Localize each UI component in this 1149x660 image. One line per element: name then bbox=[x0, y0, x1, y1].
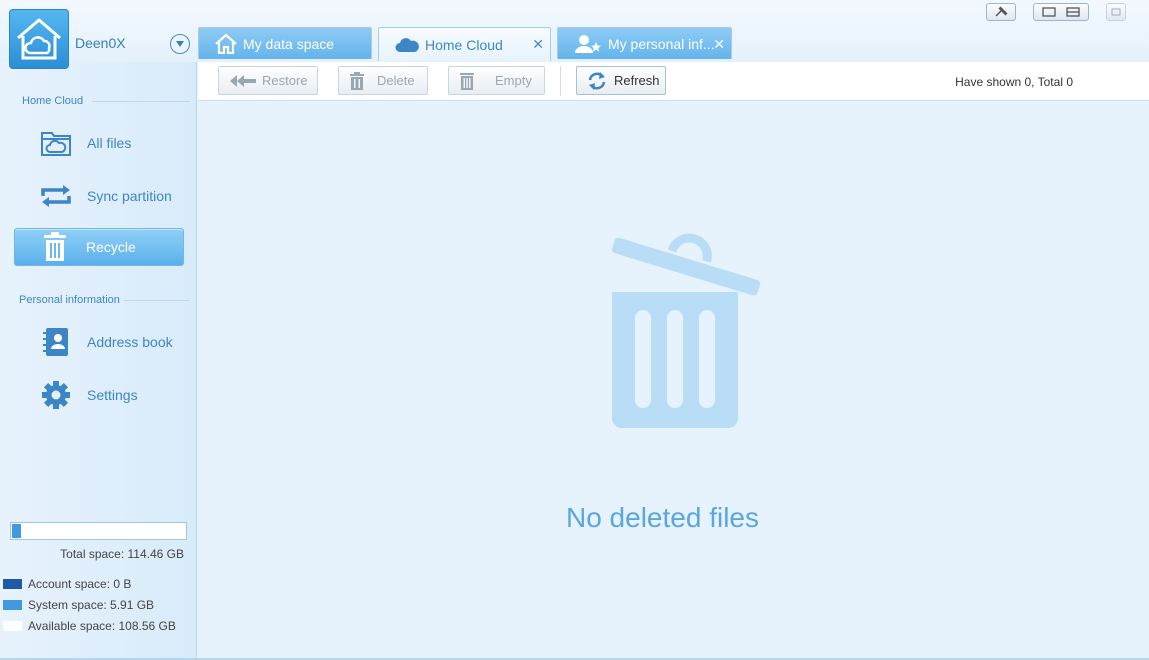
chevron-down-icon bbox=[176, 41, 184, 47]
sidebar-item-label: Recycle bbox=[86, 239, 136, 255]
address-book-icon bbox=[38, 327, 74, 357]
sidebar-item-sync-partition[interactable]: Sync partition bbox=[14, 177, 184, 215]
user-menu-button[interactable] bbox=[170, 34, 190, 54]
item-count-text: Have shown 0, Total 0 bbox=[955, 75, 1073, 89]
tab-my-personal-info[interactable]: My personal inf... ✕ bbox=[557, 27, 732, 59]
empty-label: Empty bbox=[495, 73, 532, 88]
sidebar-item-label: Address book bbox=[87, 334, 173, 350]
sidebar-item-label: Sync partition bbox=[87, 188, 172, 204]
person-star-icon bbox=[574, 34, 602, 54]
close-icon[interactable]: ✕ bbox=[713, 36, 725, 53]
delete-button[interactable]: Delete bbox=[338, 66, 428, 95]
legend-swatch bbox=[3, 621, 22, 631]
tab-home-cloud[interactable]: Home Cloud ✕ bbox=[378, 27, 551, 61]
sync-icon bbox=[38, 184, 74, 208]
tab-label: Home Cloud bbox=[425, 36, 503, 53]
delete-label: Delete bbox=[377, 73, 415, 88]
sidebar-item-recycle[interactable]: Recycle bbox=[14, 228, 184, 266]
legend-available-space: Available space: 108.56 GB bbox=[3, 619, 176, 633]
legend-swatch bbox=[3, 600, 22, 610]
restore-icon bbox=[229, 74, 257, 88]
empty-button[interactable]: Empty bbox=[448, 66, 545, 95]
section-label-home-cloud: Home Cloud bbox=[22, 95, 84, 107]
maximize-icon bbox=[1111, 8, 1121, 16]
section-label-personal-information: Personal information bbox=[19, 294, 120, 306]
legend-label: Available space: 108.56 GB bbox=[28, 619, 176, 633]
main-content: No deleted files bbox=[198, 102, 1149, 660]
view-toggle-button[interactable] bbox=[1033, 3, 1089, 21]
toolbar: Restore Delete Empty Refresh Have shown … bbox=[198, 62, 1149, 101]
sidebar-item-all-files[interactable]: All files bbox=[14, 124, 184, 162]
layout-icon bbox=[1042, 7, 1080, 17]
pin-button[interactable] bbox=[986, 3, 1016, 21]
refresh-label: Refresh bbox=[614, 73, 660, 88]
home-icon bbox=[215, 33, 237, 54]
empty-trash-icon bbox=[459, 72, 475, 90]
trash-icon bbox=[349, 71, 365, 90]
restore-label: Restore bbox=[262, 73, 308, 88]
trash-icon bbox=[37, 232, 73, 262]
legend-swatch bbox=[3, 579, 22, 589]
divider bbox=[124, 300, 190, 301]
total-space-label: Total space: 114.46 GB bbox=[60, 547, 184, 561]
sidebar-item-label: All files bbox=[87, 135, 132, 151]
empty-trash-illustration-icon bbox=[602, 220, 762, 440]
app-logo bbox=[9, 9, 69, 69]
tab-my-data-space[interactable]: My data space bbox=[198, 27, 372, 59]
toolbar-separator bbox=[560, 66, 561, 96]
sidebar-item-settings[interactable]: Settings bbox=[14, 376, 184, 414]
restore-button[interactable]: Restore bbox=[218, 66, 318, 95]
folder-cloud-icon bbox=[38, 130, 74, 156]
legend-account-space: Account space: 0 B bbox=[3, 577, 131, 591]
cloud-icon bbox=[395, 37, 419, 53]
legend-system-space: System space: 5.91 GB bbox=[3, 598, 154, 612]
gear-icon bbox=[38, 380, 74, 410]
empty-state-message: No deleted files bbox=[565, 502, 759, 533]
close-icon[interactable]: ✕ bbox=[532, 36, 544, 53]
divider bbox=[92, 101, 190, 102]
pin-icon bbox=[995, 6, 1008, 17]
username-label: Deen0X bbox=[75, 35, 126, 51]
refresh-button[interactable]: Refresh bbox=[576, 66, 666, 95]
storage-usage-bar bbox=[10, 522, 187, 540]
tab-label: My personal inf... bbox=[608, 35, 715, 52]
house-cloud-icon bbox=[17, 18, 61, 60]
refresh-icon bbox=[587, 71, 607, 91]
tab-label: My data space bbox=[243, 35, 335, 52]
storage-usage-fill bbox=[12, 524, 21, 538]
sidebar: Home Cloud All files Sync partition Recy… bbox=[0, 62, 197, 660]
legend-label: System space: 5.91 GB bbox=[28, 598, 155, 612]
sidebar-item-label: Settings bbox=[87, 387, 138, 403]
maximize-button[interactable] bbox=[1106, 3, 1126, 21]
legend-label: Account space: 0 B bbox=[28, 577, 132, 591]
sidebar-item-address-book[interactable]: Address book bbox=[14, 323, 184, 361]
